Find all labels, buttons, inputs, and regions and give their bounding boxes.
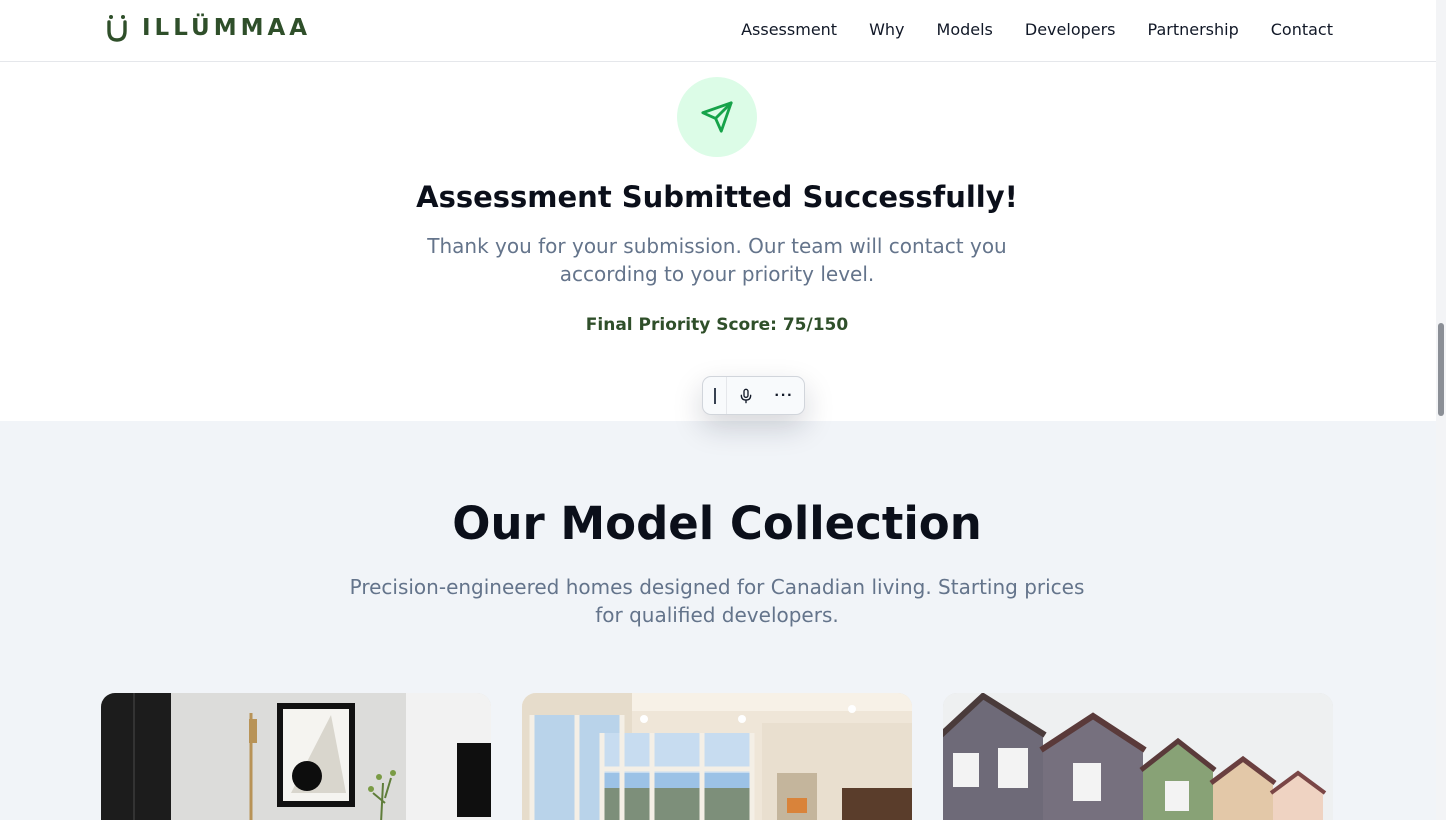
nav-assessment[interactable]: Assessment (741, 19, 837, 41)
nav-why[interactable]: Why (869, 19, 904, 41)
model-card-2[interactable] (522, 693, 912, 820)
nav-developers[interactable]: Developers (1025, 19, 1116, 41)
scrollbar-thumb[interactable] (1438, 323, 1444, 416)
nav-contact[interactable]: Contact (1271, 19, 1333, 41)
site-header: ILLÜMMAA Assessment Why Models Developer… (0, 0, 1436, 62)
more-icon: ··· (774, 386, 794, 404)
page-scrollbar[interactable] (1436, 0, 1446, 820)
logo-text: ILLÜMMAA (142, 15, 312, 41)
model-card-1[interactable] (101, 693, 491, 820)
logo[interactable]: ILLÜMMAA (106, 14, 311, 42)
models-subtitle: Precision-engineered homes designed for … (349, 575, 1085, 627)
drag-handle-icon[interactable] (703, 377, 727, 414)
main-nav: Assessment Why Models Developers Partner… (741, 19, 1333, 41)
nav-models[interactable]: Models (937, 19, 993, 41)
townhouse-row-image (943, 693, 1333, 820)
microphone-button[interactable] (727, 377, 765, 414)
send-icon (701, 101, 733, 133)
model-card-3[interactable] (943, 693, 1333, 820)
model-collection-section: Our Model Collection Precision-engineere… (0, 421, 1436, 820)
models-title: Our Model Collection (452, 497, 982, 550)
success-title: Assessment Submitted Successfully! (416, 180, 1018, 214)
priority-score: Final Priority Score: 75/150 (585, 315, 849, 335)
submission-success-section: Assessment Submitted Successfully! Thank… (0, 62, 1436, 421)
nav-partnership[interactable]: Partnership (1148, 19, 1239, 41)
interior-living-image (101, 693, 491, 820)
bright-room-image (522, 693, 912, 820)
microphone-icon (740, 388, 752, 403)
more-button[interactable]: ··· (765, 377, 803, 414)
logo-u-icon (107, 15, 127, 42)
floating-toolbar: ··· (702, 376, 805, 415)
success-icon-circle (677, 77, 757, 157)
success-message: Thank you for your submission. Our team … (427, 234, 1007, 286)
